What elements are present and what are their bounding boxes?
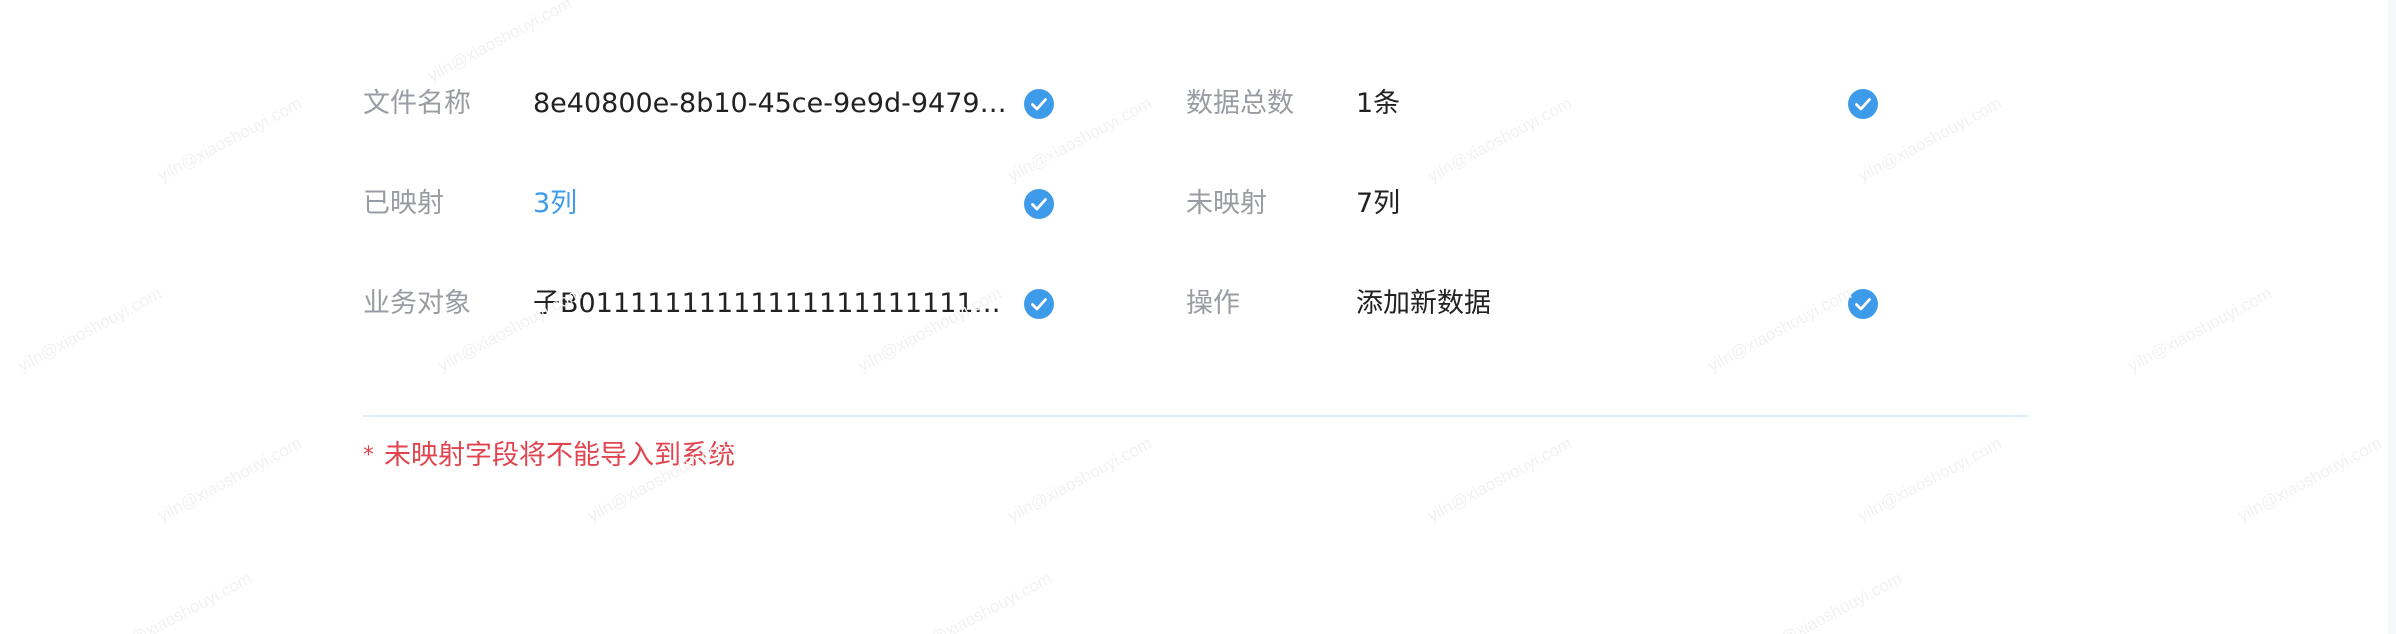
required-star: *	[363, 443, 374, 468]
section-divider	[363, 415, 2028, 417]
summary-row-1: 文件名称 8e40800e-8b10-45ce-9e9d-9479b5f2c1d…	[0, 74, 2396, 134]
business-object-label: 业务对象	[363, 288, 471, 319]
mapped-columns-link[interactable]: 3列	[533, 174, 1013, 234]
summary-row-2: 已映射 3列 未映射 7列	[0, 174, 2396, 234]
operation-value: 添加新数据	[1356, 288, 1491, 319]
scrollbar-track[interactable]	[2388, 0, 2396, 634]
check-circle-icon	[1024, 289, 1054, 319]
mapped-label: 已映射	[363, 188, 444, 219]
unmapped-label: 未映射	[1186, 188, 1267, 219]
business-object-value: 子B01111111111111111111111111111111111111	[533, 288, 1013, 319]
unmapped-warning-note: * 未映射字段将不能导入到系统	[363, 432, 735, 480]
check-circle-icon	[1024, 89, 1054, 119]
summary-row-3: 业务对象 子B011111111111111111111111111111111…	[0, 274, 2396, 334]
file-name-label: 文件名称	[363, 88, 471, 119]
check-circle-icon	[1024, 189, 1054, 219]
data-total-value: 1条	[1356, 88, 1401, 119]
operation-label: 操作	[1186, 288, 1240, 319]
check-circle-icon	[1848, 289, 1878, 319]
check-circle-icon	[1848, 89, 1878, 119]
file-name-value: 8e40800e-8b10-45ce-9e9d-9479b5f2c1d8.xls…	[533, 88, 1013, 119]
warning-text: 未映射字段将不能导入到系统	[384, 440, 735, 471]
unmapped-value: 7列	[1356, 188, 1401, 219]
data-total-label: 数据总数	[1186, 88, 1294, 119]
import-summary-panel: 文件名称 8e40800e-8b10-45ce-9e9d-9479b5f2c1d…	[0, 0, 2396, 634]
